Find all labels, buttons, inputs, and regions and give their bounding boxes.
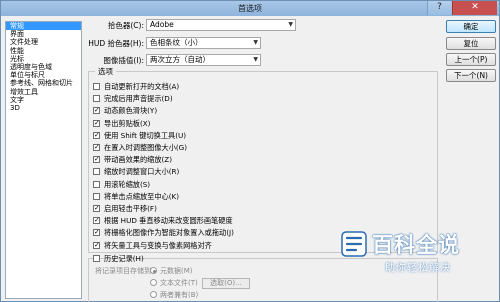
preferences-dialog: 首选项 ? ✕ 常规 界面 文件处理 性能 光标 透明度与色域 单位与标尺 参考…: [0, 0, 500, 302]
radio-both-label: 两者兼有(B): [160, 291, 199, 299]
sidebar-item-transparency[interactable]: 透明度与色域: [6, 63, 81, 71]
save-to-label: 将记录项目存储到:: [95, 267, 154, 275]
option-checkbox[interactable]: ✓: [93, 131, 100, 139]
interp-row: 图像插值(I):: [88, 54, 144, 66]
watermark-sub-text: 助你轻松解决: [385, 263, 451, 274]
options-group: 选项 自动更新打开的文档(A) 完成后用声音提示(D) ✓ 动态颜色滑块(Y) ✓ 导出剪…: [88, 66, 438, 253]
sidebar-item-performance[interactable]: 性能: [6, 47, 81, 55]
option-label: 将栅格化图像作为智能对象置入或拖动(J): [104, 228, 234, 238]
color-picker-label: 拾色器(C):: [107, 21, 144, 30]
interp-select[interactable]: 两次立方（自动） ▼: [146, 54, 261, 66]
reset-button[interactable]: 复位: [446, 37, 496, 50]
prev-button[interactable]: 上一个(P): [446, 53, 496, 66]
option-checkbox[interactable]: ✓: [93, 107, 100, 115]
option-checkbox[interactable]: ✓: [93, 119, 100, 127]
watermark-main-text: 百科全说: [372, 233, 460, 257]
chevron-down-icon: ▼: [253, 39, 258, 46]
option-checkbox[interactable]: ✓: [93, 144, 100, 151]
history-label: 历史记录(H): [104, 254, 144, 263]
options-title: 选项: [95, 66, 116, 77]
watermark: 百科全说 助你轻松解决: [341, 229, 491, 275]
sidebar-item-file-handling[interactable]: 文件处理: [6, 38, 81, 46]
option-label: 自动更新打开的文档(A): [104, 82, 180, 91]
close-button[interactable]: ✕: [452, 1, 497, 15]
interp-value: 两次立方（自动）: [150, 55, 210, 64]
color-picker-select[interactable]: Adobe ▼: [146, 19, 296, 31]
hud-picker-label: HUD 拾色器(H):: [88, 39, 144, 48]
option-checkbox[interactable]: ✓: [93, 241, 100, 249]
option-checkbox[interactable]: ✓: [93, 217, 100, 225]
option-checkbox[interactable]: [93, 168, 100, 176]
option-checkbox[interactable]: ✓: [93, 156, 100, 164]
watermark-logo-icon: [341, 231, 367, 257]
option-checkbox[interactable]: ✓: [93, 205, 100, 212]
radio-metadata-label: 元数据(M): [160, 267, 193, 275]
interp-label: 图像插值(I):: [103, 56, 144, 65]
option-checkbox[interactable]: [93, 95, 100, 103]
option-label: 根据 HUD 垂直移动来改变圆形画笔硬度: [104, 216, 233, 226]
option-checkbox[interactable]: [93, 83, 100, 90]
history-checkbox-row[interactable]: 历史记录(H): [93, 254, 144, 264]
option-label: 缩放时调整窗口大小(R): [104, 167, 180, 177]
sidebar-item-cursors[interactable]: 光标: [6, 55, 81, 63]
option-label: 将矢量工具与变换与像素网格对齐: [104, 240, 212, 250]
radio-both[interactable]: [150, 291, 157, 298]
hud-picker-row: HUD 拾色器(H):: [88, 37, 144, 49]
option-label: 带动画效果的缩放(Z): [104, 155, 173, 165]
color-picker-row: 拾色器(C):: [88, 19, 144, 31]
option-label: 用滚轮缩放(S): [104, 179, 151, 189]
option-label: 完成后用声音提示(D): [104, 94, 173, 104]
sidebar-item-guides-grid[interactable]: 参考线、网格和切片: [6, 79, 81, 87]
option-label: 将单击点缩放至中心(K): [104, 191, 180, 201]
history-checkbox[interactable]: [93, 255, 100, 262]
sidebar-item-3d[interactable]: 3D: [6, 104, 81, 112]
dialog-title: 首选项: [238, 4, 262, 13]
sidebar-item-plugins[interactable]: 增效工具: [6, 88, 81, 96]
radio-metadata[interactable]: [150, 267, 157, 274]
radio-textfile-label: 文本文件(T): [160, 279, 198, 287]
sidebar-item-general[interactable]: 常规: [6, 22, 81, 31]
option-checkbox[interactable]: ✓: [93, 229, 100, 237]
choose-button[interactable]: 选取(O)...: [202, 278, 250, 289]
option-label: 动态颜色滑块(Y): [104, 106, 158, 116]
option-label: 使用 Shift 键切换工具(U): [104, 130, 187, 140]
option-label: 导出剪贴板(X): [104, 118, 151, 128]
next-button[interactable]: 下一个(N): [446, 69, 496, 82]
chevron-down-icon: ▼: [288, 21, 293, 28]
chevron-down-icon: ▼: [253, 56, 258, 63]
color-picker-value: Adobe: [150, 20, 174, 29]
sidebar-item-type[interactable]: 文字: [6, 96, 81, 104]
hud-picker-select[interactable]: 色相条纹（小） ▼: [146, 37, 261, 49]
category-list[interactable]: 常规 界面 文件处理 性能 光标 透明度与色域 单位与标尺 参考线、网格和切片 …: [5, 21, 82, 299]
option-label: 在置入时调整图像大小(G): [104, 143, 188, 152]
help-button[interactable]: ?: [427, 1, 451, 15]
option-checkbox[interactable]: [93, 192, 100, 200]
ok-button[interactable]: 确定: [446, 20, 496, 33]
option-label: 启用轻击平移(F): [104, 204, 157, 213]
option-checkbox[interactable]: [93, 180, 100, 188]
radio-textfile[interactable]: [150, 279, 157, 286]
title-bar: 首选项 ? ✕: [1, 1, 499, 16]
hud-picker-value: 色相条纹（小）: [150, 38, 203, 47]
